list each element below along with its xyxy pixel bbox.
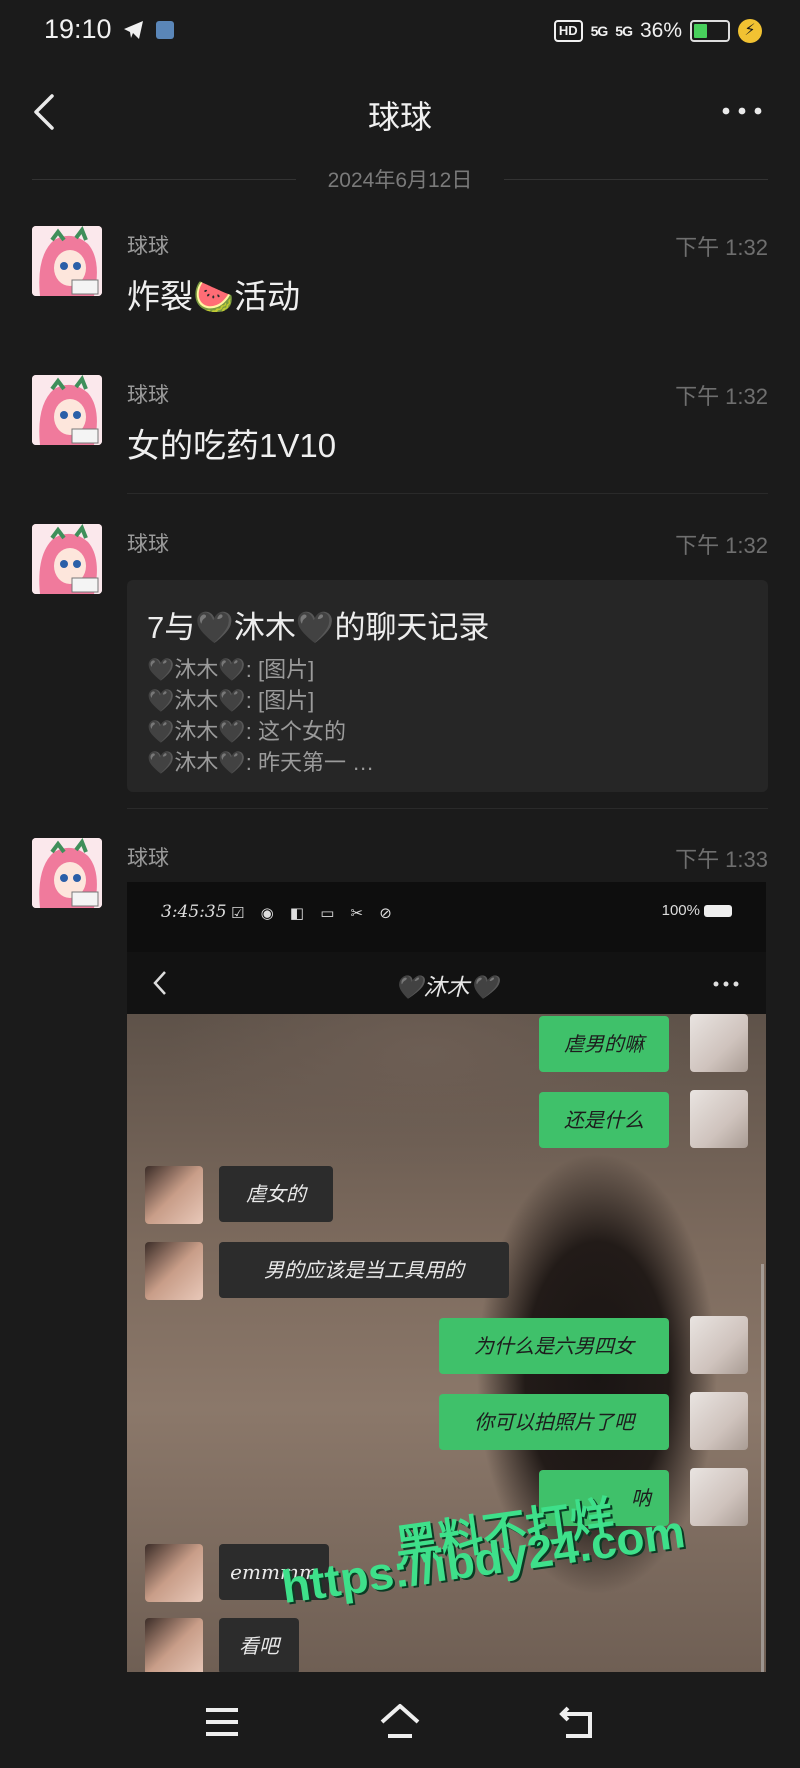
screenshot-more-icon [713, 981, 739, 987]
chat-record-preview: 🖤沐木🖤: [图片] 🖤沐木🖤: [图片] 🖤沐木🖤: 这个女的 🖤沐木🖤: 昨… [147, 654, 374, 778]
message-text: 女的吃药1V10 [127, 427, 337, 464]
screenshot-avatar [145, 1166, 203, 1224]
screenshot-bubble: 为什么是六男四女 [439, 1318, 669, 1374]
signal-1-icon: 5G [590, 23, 609, 39]
chat-record-line: 🖤沐木🖤: [图片] [147, 657, 315, 682]
screenshot-avatar [690, 1392, 748, 1450]
status-time: 19:10 [44, 14, 112, 44]
screenshot-avatar [690, 1468, 748, 1526]
home-icon[interactable] [376, 1698, 424, 1746]
chat-title: 球球 [367, 99, 432, 135]
screenshot-battery-icon [704, 905, 732, 918]
screenshot-bubble: 虐男的嘛 [539, 1016, 669, 1072]
more-button[interactable] [720, 96, 764, 126]
chat-header: 球球 [0, 62, 800, 160]
screenshot-avatar [145, 1544, 203, 1602]
sender-name: 球球 [127, 847, 169, 870]
avatar[interactable] [32, 524, 102, 594]
screenshot-battery-text: 100% [661, 902, 700, 919]
avatar-image [32, 226, 102, 296]
screenshot-bubble: 还是什么 [539, 1092, 669, 1148]
screenshot-avatar [690, 1090, 748, 1148]
screenshot-scrollbar [761, 1264, 764, 1672]
system-nav-bar [0, 1676, 800, 1768]
menu-icon[interactable] [198, 1698, 246, 1746]
screenshot-time: 3:45:35 [161, 902, 227, 922]
message-separator [127, 493, 768, 494]
chat-record-line: 🖤沐木🖤: 昨天第一 … [147, 750, 375, 775]
avatar[interactable] [32, 375, 102, 445]
chat-record-title: 7与🖤沐木🖤的聊天记录 [147, 610, 490, 645]
sender-name: 球球 [127, 533, 169, 556]
screenshot-notification-icons: ☑ ◉ ◧ ▭ ✂ ⊘ [231, 905, 398, 922]
status-bar: 19:10 HD 5G 5G 36% ⚡ [0, 0, 800, 62]
chat-record-line: 🖤沐木🖤: 这个女的 [147, 719, 347, 744]
sender-name: 球球 [127, 384, 169, 407]
chat-record-line: 🖤沐木🖤: [图片] [147, 688, 315, 713]
date-divider: 2024年6月12日 [32, 164, 768, 194]
avatar[interactable] [32, 226, 102, 296]
screenshot-avatar [145, 1618, 203, 1672]
avatar-image [32, 838, 102, 908]
screenshot-status-right: 100% [662, 902, 732, 919]
battery-percent: 36% [639, 19, 682, 42]
message-time: 下午 1:32 [675, 235, 768, 260]
message-time: 下午 1:33 [675, 847, 768, 872]
screenshot-avatar [145, 1242, 203, 1300]
message-time: 下午 1:32 [675, 384, 768, 409]
app-notification-icon [156, 21, 174, 39]
avatar-image [32, 524, 102, 594]
screenshot-bubble: 男的应该是当工具用的 [219, 1242, 509, 1298]
screenshot-bubble: 你可以拍照片了吧 [439, 1394, 669, 1450]
screenshot-status-bar: 3:45:35 ☑ ◉ ◧ ▭ ✂ ⊘ 100% [127, 882, 766, 952]
screenshot-bubble: 看吧 [219, 1618, 299, 1672]
screenshot-avatar [690, 1316, 748, 1374]
message-text: 炸裂🍉活动 [127, 278, 301, 315]
message-separator [127, 808, 768, 809]
status-indicators: HD 5G 5G 36% ⚡ [553, 14, 762, 48]
screenshot-bubble: 虐女的 [219, 1166, 333, 1222]
return-icon[interactable] [554, 1698, 602, 1746]
signal-2-icon: 5G [615, 23, 633, 39]
chat-record-card[interactable]: 7与🖤沐木🖤的聊天记录 🖤沐木🖤: [图片] 🖤沐木🖤: [图片] 🖤沐木🖤: … [127, 580, 768, 792]
battery-icon [690, 20, 730, 42]
screenshot-avatar [690, 1014, 748, 1072]
avatar-image [32, 375, 102, 445]
screenshot-title: 🖤沐木🖤 [394, 975, 499, 1001]
sender-name: 球球 [127, 235, 169, 258]
avatar[interactable] [32, 838, 102, 908]
hd-voice-icon: HD [553, 20, 583, 42]
telegram-icon [124, 21, 143, 39]
message-time: 下午 1:32 [675, 533, 768, 558]
screenshot-header: 🖤沐木🖤 [127, 952, 766, 1014]
charging-icon: ⚡ [738, 19, 762, 43]
